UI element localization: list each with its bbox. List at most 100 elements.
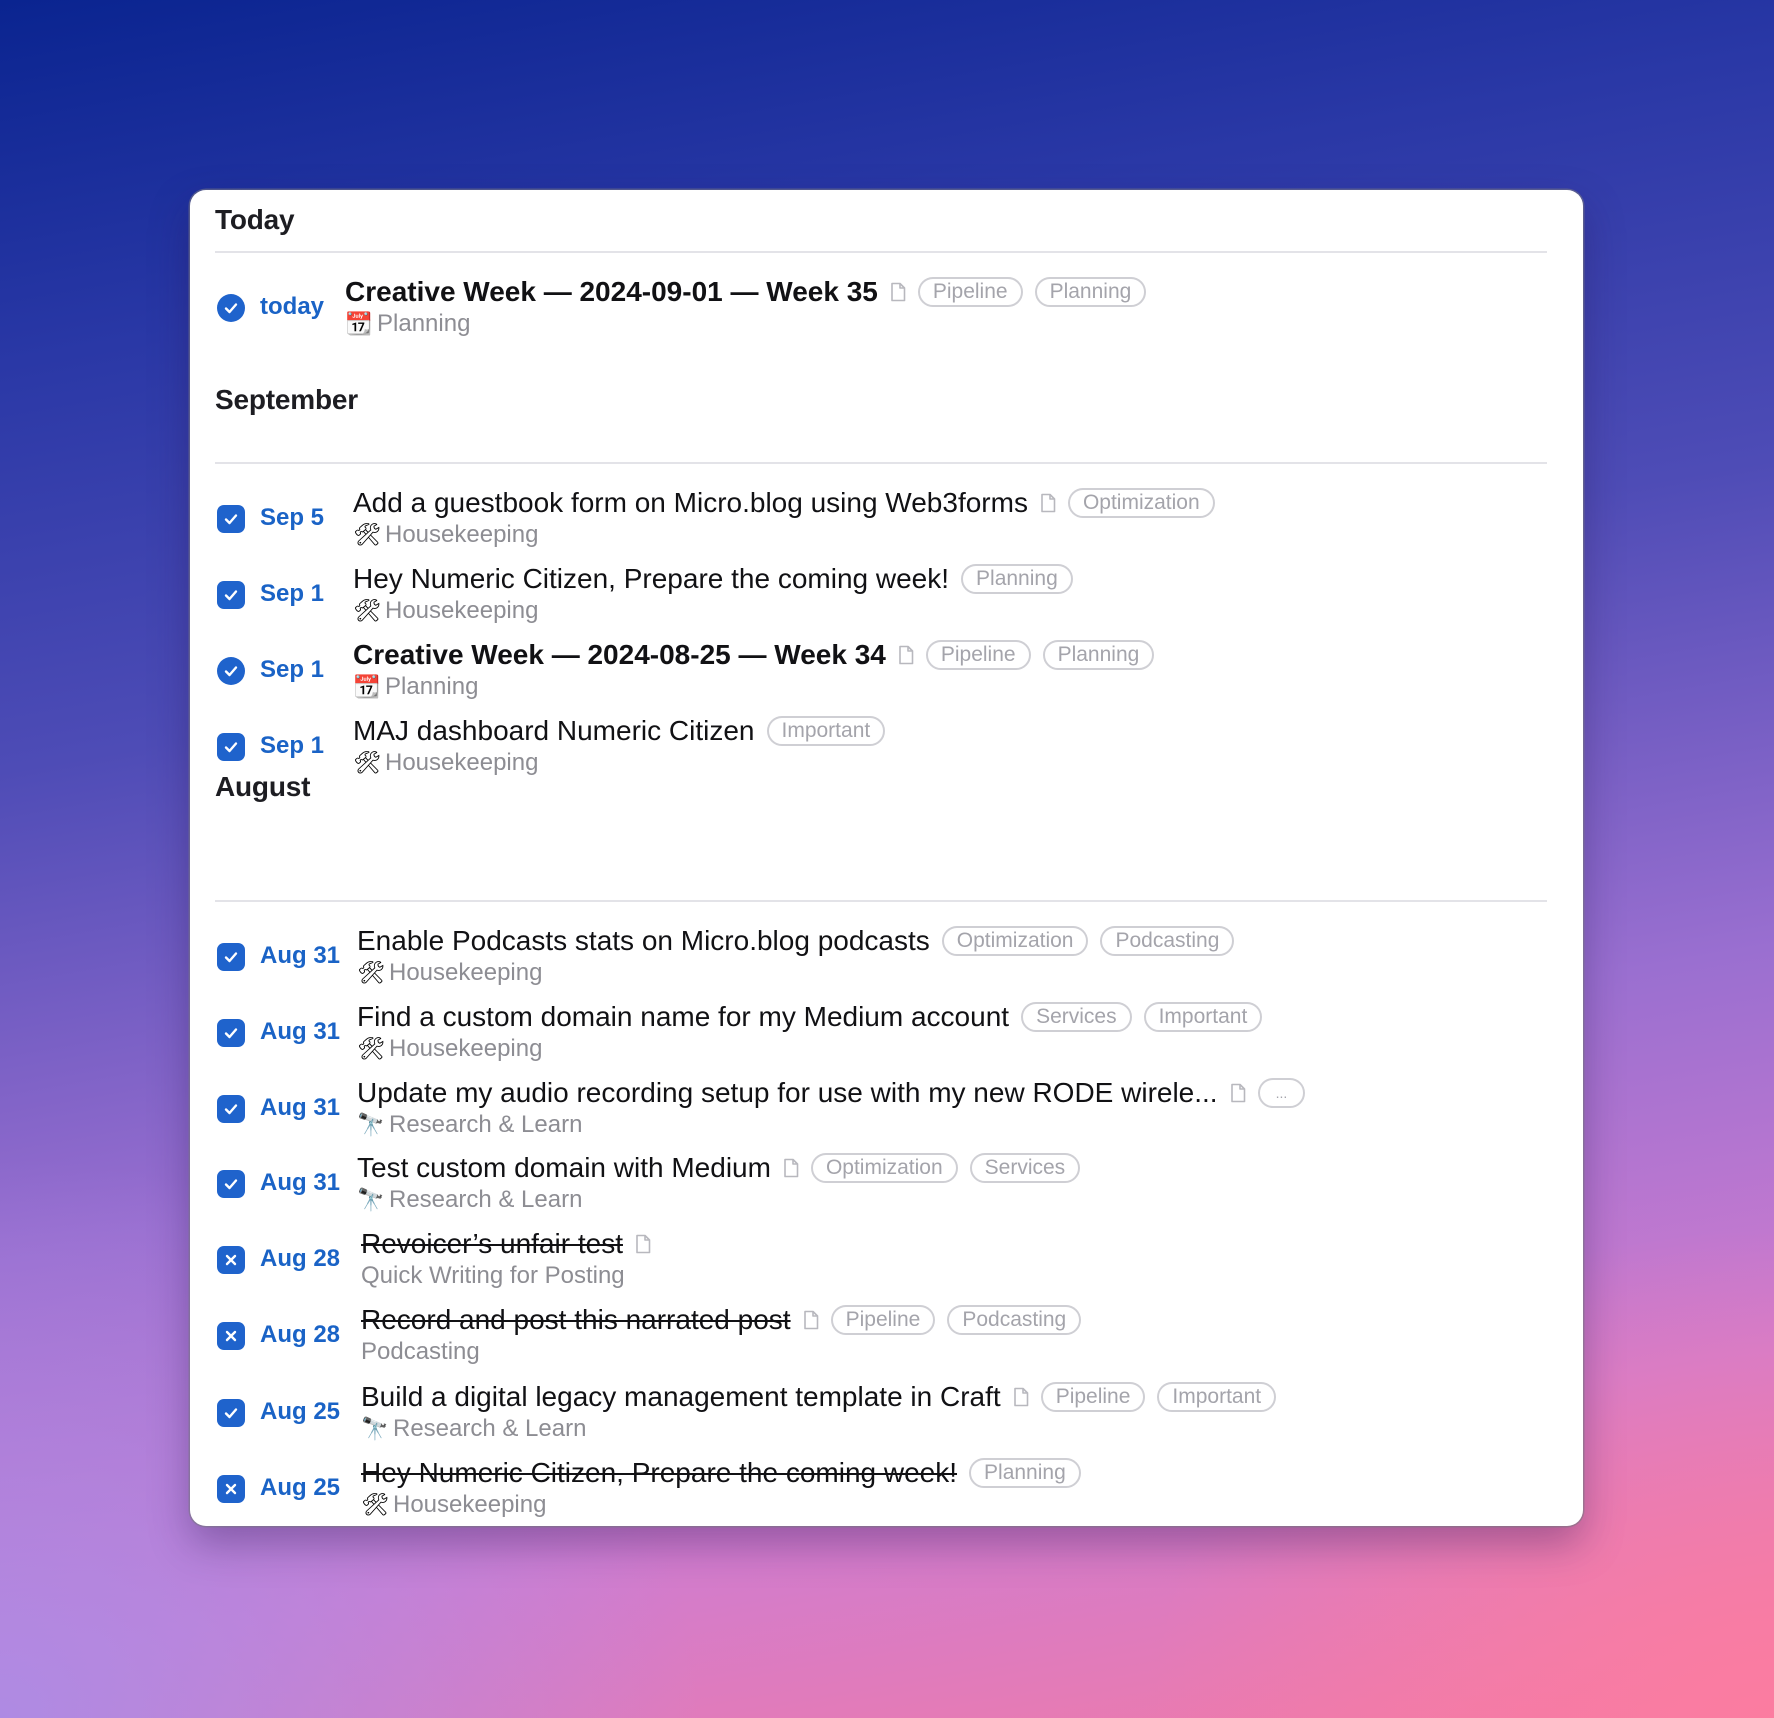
tag-planning[interactable]: Planning bbox=[1042, 640, 1155, 670]
tag-important[interactable]: Important bbox=[766, 716, 886, 746]
checkmark-icon bbox=[222, 1024, 240, 1042]
task-title[interactable]: Creative Week — 2024-09-01 — Week 35 bbox=[345, 276, 878, 308]
completion-date: Aug 31 bbox=[260, 942, 341, 969]
task-title[interactable]: Update my audio recording setup for use … bbox=[357, 1077, 1218, 1109]
task-content: Build a digital legacy management templa… bbox=[361, 1379, 1277, 1444]
section-divider bbox=[215, 251, 1547, 253]
completed-checkbox[interactable] bbox=[217, 1019, 245, 1047]
task-area: Podcasting bbox=[361, 1338, 480, 1365]
task-row[interactable]: Aug 31 Update my audio recording setup fo… bbox=[190, 1077, 1583, 1147]
tag-optimization[interactable]: Optimization bbox=[810, 1153, 958, 1183]
tag-podcasting[interactable]: Podcasting bbox=[1100, 926, 1235, 956]
tag-pipeline[interactable]: Pipeline bbox=[925, 640, 1031, 670]
task-content: Record and post this narrated post Pipeli… bbox=[361, 1302, 1082, 1367]
task-row[interactable]: today Creative Week — 2024-09-01 — Week 3… bbox=[190, 276, 1583, 346]
completed-checkbox[interactable] bbox=[217, 657, 245, 685]
completion-date: Aug 31 bbox=[260, 1094, 341, 1121]
task-title-line: Update my audio recording setup for use … bbox=[357, 1075, 1306, 1111]
completed-checkbox[interactable] bbox=[217, 581, 245, 609]
task-title[interactable]: Build a digital legacy management templa… bbox=[361, 1381, 1001, 1413]
tag-planning[interactable]: Planning bbox=[969, 1458, 1081, 1488]
completed-checkbox[interactable] bbox=[217, 1095, 245, 1123]
tag-optimization[interactable]: Optimization bbox=[1067, 488, 1215, 518]
cancelled-checkbox[interactable] bbox=[217, 1246, 245, 1274]
checkmark-icon bbox=[222, 1100, 240, 1118]
task-area: Housekeeping bbox=[389, 1035, 543, 1062]
task-row[interactable]: Sep 1 MAJ dashboard Numeric Citizen Import… bbox=[190, 715, 1583, 785]
completed-checkbox[interactable] bbox=[217, 943, 245, 971]
tag-planning[interactable]: Planning bbox=[961, 564, 1073, 594]
calendar-icon: 📆 bbox=[345, 311, 373, 336]
task-row[interactable]: Aug 28 Record and post this narrated post… bbox=[190, 1304, 1583, 1374]
section-divider bbox=[215, 900, 1547, 902]
tag-services[interactable]: Services bbox=[969, 1153, 1081, 1183]
completion-date: Aug 25 bbox=[260, 1474, 341, 1501]
completed-checkbox[interactable] bbox=[217, 1399, 245, 1427]
hammer-wrench-icon: 🛠 bbox=[353, 522, 381, 547]
task-row[interactable]: Sep 5 Add a guestbook form on Micro.blog … bbox=[190, 487, 1583, 557]
cancelled-checkbox[interactable] bbox=[217, 1322, 245, 1350]
task-title-line: MAJ dashboard Numeric Citizen Important bbox=[353, 713, 886, 749]
task-title[interactable]: Hey Numeric Citizen, Prepare the coming … bbox=[353, 563, 949, 595]
task-title[interactable]: Add a guestbook form on Micro.blog using… bbox=[353, 487, 1028, 519]
hammer-wrench-icon: 🛠 bbox=[357, 960, 385, 985]
task-content: Hey Numeric Citizen, Prepare the coming … bbox=[353, 561, 1073, 626]
task-row[interactable]: Aug 25 Build a digital legacy management … bbox=[190, 1381, 1583, 1451]
tag-podcasting[interactable]: Podcasting bbox=[947, 1305, 1082, 1335]
task-content: Creative Week — 2024-08-25 — Week 34 Pipe… bbox=[353, 637, 1155, 702]
task-title[interactable]: MAJ dashboard Numeric Citizen bbox=[353, 715, 755, 747]
task-area: Research & Learn bbox=[389, 1111, 583, 1138]
task-area-line: Podcasting bbox=[361, 1337, 1081, 1367]
task-area: Housekeeping bbox=[393, 1491, 547, 1518]
tag-services[interactable]: Services bbox=[1021, 1002, 1132, 1032]
telescope-icon: 🔭 bbox=[361, 1416, 389, 1441]
task-row[interactable]: Aug 31 Enable Podcasts stats on Micro.blo… bbox=[190, 925, 1583, 995]
completed-checkbox[interactable] bbox=[217, 505, 245, 533]
task-title[interactable]: Creative Week — 2024-08-25 — Week 34 bbox=[353, 639, 886, 671]
completed-checkbox[interactable] bbox=[217, 733, 245, 761]
note-icon bbox=[1040, 493, 1056, 513]
tag-pipeline[interactable]: Pipeline bbox=[917, 277, 1023, 307]
task-title[interactable]: Record and post this narrated post bbox=[361, 1304, 791, 1336]
task-area-line: 🛠 Housekeeping bbox=[353, 520, 1215, 550]
task-row[interactable]: Aug 25 Hey Numeric Citizen, Prepare the c… bbox=[190, 1457, 1583, 1526]
task-area-line: 🛠 Housekeeping bbox=[353, 596, 1073, 626]
task-title[interactable]: Hey Numeric Citizen, Prepare the coming … bbox=[361, 1457, 957, 1489]
completed-checkbox[interactable] bbox=[217, 1170, 245, 1198]
task-area-line: 🔭 Research & Learn bbox=[357, 1185, 1080, 1215]
note-icon bbox=[890, 282, 906, 302]
task-row[interactable]: Aug 28 Revoicer’s unfair test Quick Writin… bbox=[190, 1228, 1583, 1298]
tag-planning[interactable]: Planning bbox=[1034, 277, 1147, 307]
tag-important[interactable]: Important bbox=[1143, 1002, 1263, 1032]
note-icon bbox=[898, 645, 914, 665]
task-row[interactable]: Aug 31 Test custom domain with Medium Opti… bbox=[190, 1152, 1583, 1222]
completion-date: today bbox=[260, 293, 325, 320]
tag-pipeline[interactable]: Pipeline bbox=[1040, 1382, 1146, 1412]
note-icon bbox=[783, 1158, 799, 1178]
task-content: Add a guestbook form on Micro.blog using… bbox=[353, 485, 1215, 550]
tag-more[interactable]: ... bbox=[1257, 1078, 1306, 1108]
task-title-line: Creative Week — 2024-08-25 — Week 34 Pipe… bbox=[353, 637, 1155, 673]
tag-pipeline[interactable]: Pipeline bbox=[830, 1305, 936, 1335]
tag-optimization[interactable]: Optimization bbox=[941, 926, 1089, 956]
task-title[interactable]: Enable Podcasts stats on Micro.blog podc… bbox=[357, 925, 930, 957]
task-row[interactable]: Aug 31 Find a custom domain name for my M… bbox=[190, 1001, 1583, 1071]
completion-date: Aug 31 bbox=[260, 1169, 341, 1196]
task-row[interactable]: Sep 1 Hey Numeric Citizen, Prepare the co… bbox=[190, 563, 1583, 633]
tag-important[interactable]: Important bbox=[1157, 1382, 1277, 1412]
section-divider bbox=[215, 462, 1547, 464]
task-title[interactable]: Revoicer’s unfair test bbox=[361, 1228, 623, 1260]
task-title-line: Enable Podcasts stats on Micro.blog podc… bbox=[357, 923, 1235, 959]
completed-checkbox[interactable] bbox=[217, 294, 245, 322]
task-content: Update my audio recording setup for use … bbox=[357, 1075, 1306, 1140]
completion-date: Sep 1 bbox=[260, 580, 325, 607]
checkmark-icon bbox=[222, 510, 240, 528]
hammer-wrench-icon: 🛠 bbox=[361, 1492, 389, 1517]
task-row[interactable]: Sep 1 Creative Week — 2024-08-25 — Week 3… bbox=[190, 639, 1583, 709]
completion-date: Sep 1 bbox=[260, 656, 325, 683]
task-title-line: Find a custom domain name for my Medium … bbox=[357, 999, 1263, 1035]
task-title[interactable]: Find a custom domain name for my Medium … bbox=[357, 1001, 1009, 1033]
task-title[interactable]: Test custom domain with Medium bbox=[357, 1152, 771, 1184]
cancelled-checkbox[interactable] bbox=[217, 1475, 245, 1503]
note-icon bbox=[1230, 1083, 1246, 1103]
